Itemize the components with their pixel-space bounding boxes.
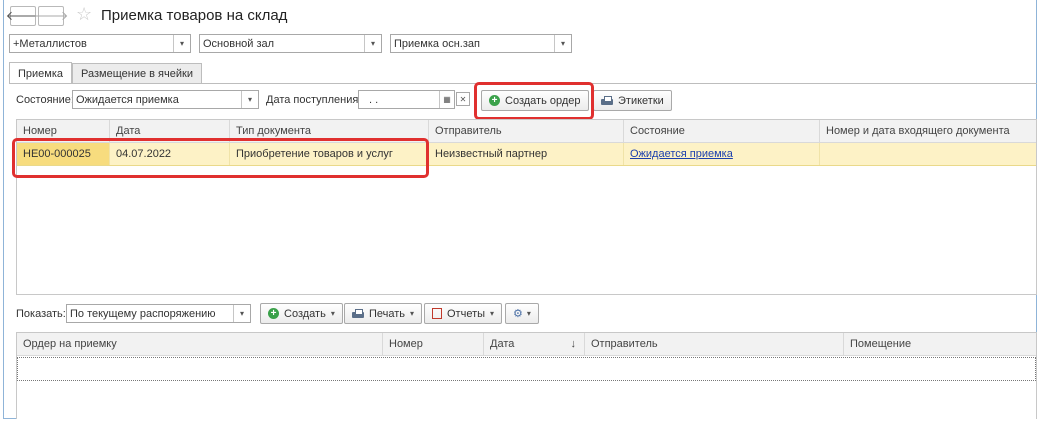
settings-icon: ⚙ xyxy=(513,308,523,320)
tab-label: Размещение в ячейки xyxy=(81,68,193,80)
date-input-value: . . xyxy=(369,93,379,106)
clear-date-button[interactable]: ✕ xyxy=(456,92,470,106)
empty-row-focus[interactable] xyxy=(17,357,1036,381)
nav-buttons: 🡐 🡒 xyxy=(6,6,68,26)
calendar-icon[interactable]: ▦ xyxy=(439,91,454,108)
zone-select-value: Основной зал xyxy=(203,37,275,50)
close-icon: ✕ xyxy=(459,94,467,104)
printer-icon xyxy=(352,308,364,319)
chevron-down-icon: ▾ xyxy=(490,309,495,318)
store-select-value: +Металлистов xyxy=(13,37,87,50)
column-order[interactable]: Ордер на приемку xyxy=(17,333,383,355)
status-label: Состояние: xyxy=(16,94,74,106)
show-select-value: По текущему распоряжению xyxy=(70,307,216,320)
column-order-date[interactable]: Дата ↓ xyxy=(484,333,585,355)
print-label: Печать xyxy=(369,307,406,320)
chevron-down-icon[interactable]: ▾ xyxy=(554,35,571,52)
cell-state: Ожидается приемка xyxy=(624,143,820,165)
chevron-down-icon: ▾ xyxy=(526,309,531,318)
column-incoming-doc[interactable]: Номер и дата входящего документа xyxy=(820,120,1036,142)
status-select-value: Ожидается приемка xyxy=(76,93,179,106)
printer-icon xyxy=(601,95,613,106)
tab-bar: Приемка Размещение в ячейки xyxy=(9,62,202,84)
arrow-right-icon: 🡒 xyxy=(33,8,69,23)
tab-receiving[interactable]: Приемка xyxy=(9,62,73,84)
column-order-number[interactable]: Номер xyxy=(383,333,484,355)
tab-label: Приемка xyxy=(18,67,64,80)
store-select[interactable]: +Металлистов ▾ xyxy=(9,34,191,53)
sort-arrow-icon: ↓ xyxy=(570,338,577,350)
show-label: Показать: xyxy=(16,308,66,320)
orders-table: Ордер на приемку Номер Дата ↓ Отправител… xyxy=(16,332,1037,419)
state-link[interactable]: Ожидается приемка xyxy=(630,148,733,160)
cell-incoming-doc xyxy=(820,143,1036,165)
highlight-box-create-order xyxy=(474,82,594,120)
orders-table-header: Ордер на приемку Номер Дата ↓ Отправител… xyxy=(17,333,1036,356)
favorite-star-icon[interactable]: ☆ xyxy=(76,4,92,25)
column-order-sender[interactable]: Отправитель xyxy=(585,333,844,355)
plus-icon: + xyxy=(268,308,279,319)
chevron-down-icon[interactable]: ▾ xyxy=(241,91,258,108)
cell-sender: Неизвестный партнер xyxy=(429,143,624,165)
back-button[interactable]: 🡐 xyxy=(6,6,40,26)
date-label: Дата поступления: xyxy=(266,94,362,106)
zone-select[interactable]: Основной зал ▾ xyxy=(199,34,382,53)
labels-button[interactable]: Этикетки xyxy=(593,90,672,111)
show-select[interactable]: По текущему распоряжению ▾ xyxy=(66,304,251,323)
column-state[interactable]: Состояние xyxy=(624,120,820,142)
page-title: Приемка товаров на склад xyxy=(101,7,288,24)
forward-button[interactable]: 🡒 xyxy=(34,6,68,26)
room-select-value: Приемка осн.зап xyxy=(394,37,480,50)
column-room[interactable]: Помещение xyxy=(844,333,1036,355)
date-input[interactable]: . . ▦ xyxy=(358,90,455,109)
reports-label: Отчеты xyxy=(447,307,486,320)
room-select[interactable]: Приемка осн.зап ▾ xyxy=(390,34,572,53)
print-button[interactable]: Печать ▾ xyxy=(344,303,423,324)
chevron-down-icon: ▾ xyxy=(410,309,415,318)
column-order-date-label: Дата xyxy=(490,338,515,350)
labels-label: Этикетки xyxy=(618,94,664,107)
tab-placement[interactable]: Размещение в ячейки xyxy=(72,63,202,84)
status-select[interactable]: Ожидается приемка ▾ xyxy=(72,90,259,109)
highlight-box-row xyxy=(12,138,429,178)
reports-button[interactable]: Отчеты ▾ xyxy=(424,303,503,324)
chevron-down-icon: ▾ xyxy=(330,309,335,318)
chevron-down-icon[interactable]: ▾ xyxy=(173,35,190,52)
column-sender[interactable]: Отправитель xyxy=(429,120,624,142)
report-icon xyxy=(432,308,442,319)
create-button[interactable]: + Создать ▾ xyxy=(260,303,343,324)
chevron-down-icon[interactable]: ▾ xyxy=(233,305,250,322)
chevron-down-icon[interactable]: ▾ xyxy=(364,35,381,52)
create-label: Создать xyxy=(284,307,326,320)
more-actions-button[interactable]: ⚙ ▾ xyxy=(505,303,539,324)
